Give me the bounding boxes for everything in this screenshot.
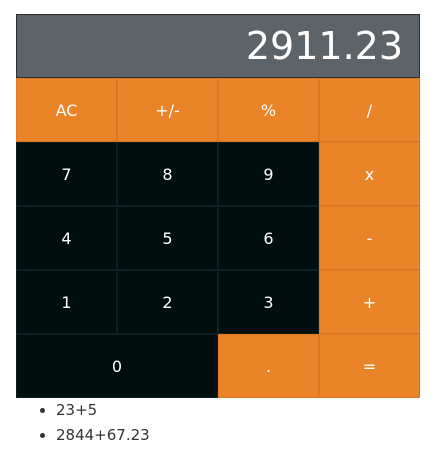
digit-1-button[interactable]: 1 bbox=[16, 270, 117, 334]
clear-button[interactable]: AC bbox=[16, 78, 117, 142]
equals-button[interactable]: = bbox=[319, 334, 420, 398]
digit-7-button[interactable]: 7 bbox=[16, 142, 117, 206]
history-list: 23+5 2844+67.23 bbox=[16, 400, 150, 450]
history-item: 2844+67.23 bbox=[56, 425, 150, 450]
digit-5-button[interactable]: 5 bbox=[117, 206, 218, 270]
display-value: 2911.23 bbox=[245, 24, 403, 68]
digit-9-button[interactable]: 9 bbox=[218, 142, 319, 206]
subtract-button[interactable]: - bbox=[319, 206, 420, 270]
history-item: 23+5 bbox=[56, 400, 150, 425]
digit-0-button[interactable]: 0 bbox=[16, 334, 218, 398]
calculator: 2911.23 AC +/- % / 7 8 9 x 4 5 6 - 1 2 3… bbox=[16, 14, 420, 398]
digit-4-button[interactable]: 4 bbox=[16, 206, 117, 270]
digit-2-button[interactable]: 2 bbox=[117, 270, 218, 334]
divide-button[interactable]: / bbox=[319, 78, 420, 142]
decimal-button[interactable]: . bbox=[218, 334, 319, 398]
multiply-button[interactable]: x bbox=[319, 142, 420, 206]
add-button[interactable]: + bbox=[319, 270, 420, 334]
digit-8-button[interactable]: 8 bbox=[117, 142, 218, 206]
keypad: AC +/- % / 7 8 9 x 4 5 6 - 1 2 3 + 0 . = bbox=[16, 78, 420, 398]
percent-button[interactable]: % bbox=[218, 78, 319, 142]
result-display: 2911.23 bbox=[16, 14, 420, 78]
digit-6-button[interactable]: 6 bbox=[218, 206, 319, 270]
toggle-sign-button[interactable]: +/- bbox=[117, 78, 218, 142]
digit-3-button[interactable]: 3 bbox=[218, 270, 319, 334]
